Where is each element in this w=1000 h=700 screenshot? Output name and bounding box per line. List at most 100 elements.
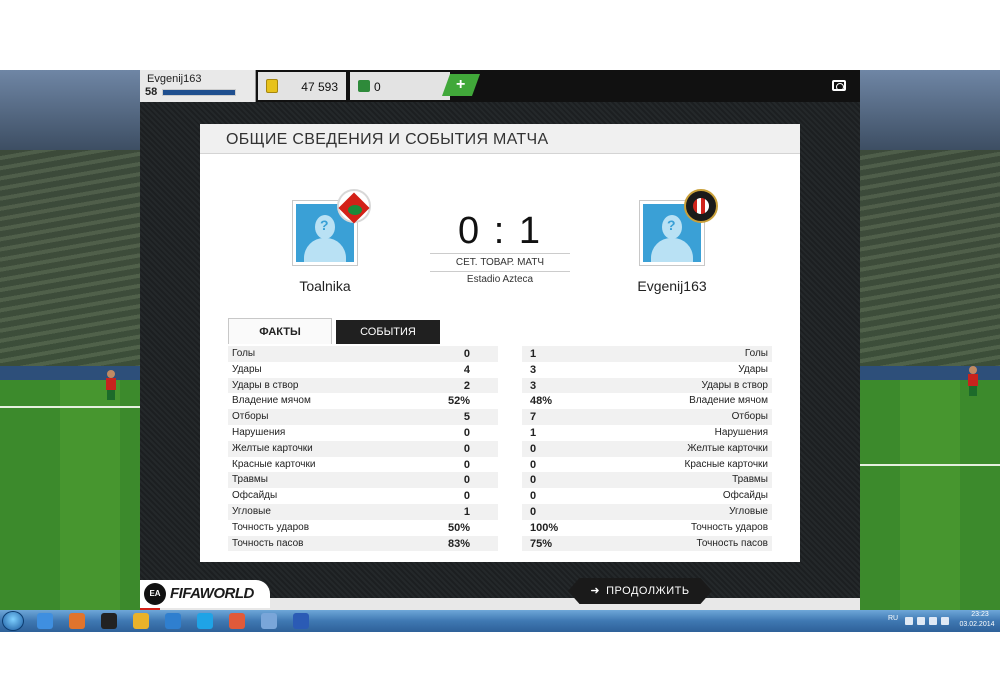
volume-icon[interactable]	[941, 617, 949, 625]
flag-icon[interactable]	[905, 617, 913, 625]
search-tool-icon[interactable]	[254, 611, 284, 631]
fifa-world-icon[interactable]	[158, 611, 188, 631]
stat-name-home: Голы	[232, 348, 256, 359]
stat-name-home: Удары в створ	[232, 379, 299, 391]
language-indicator[interactable]: RU	[888, 615, 898, 622]
stat-value-away: 1	[530, 348, 537, 360]
coin-icon	[266, 79, 278, 93]
stat-name-home: Желтые карточки	[232, 442, 313, 454]
clock-date[interactable]: 03.02.2014	[956, 621, 998, 628]
stat-value-home: 0	[463, 426, 470, 439]
unknown-user-icon: ?	[667, 217, 676, 233]
stat-row: Удары 4 3 Удары	[228, 361, 772, 378]
points-value: 0	[374, 80, 381, 94]
stat-row: Нарушения 0 1 Нарушения	[228, 424, 772, 441]
stat-row: Точность ударов 50% 100% Точность ударов	[228, 519, 772, 536]
stat-value-home: 52%	[447, 395, 470, 408]
stat-name-away: Красные карточки	[684, 458, 768, 470]
match-score: 0 : 1	[458, 210, 542, 252]
terminal-icon-glyph	[101, 613, 117, 629]
terminal-icon[interactable]	[94, 611, 124, 631]
card-header: ОБЩИЕ СВЕДЕНИЯ И СОБЫТИЯ МАТЧА	[200, 124, 800, 154]
away-team-name: Evgenij163	[637, 278, 707, 294]
word-icon-glyph	[293, 613, 309, 629]
radio-icon-glyph	[229, 613, 245, 629]
tab-facts[interactable]: ФАКТЫ	[228, 318, 332, 344]
pitch-line-right	[860, 464, 1000, 466]
stat-divider	[498, 456, 522, 473]
points-display[interactable]: 0	[350, 72, 450, 100]
points-icon	[358, 80, 370, 92]
skype-icon[interactable]	[190, 611, 220, 631]
word-icon[interactable]	[286, 611, 316, 631]
stat-name-home: Нарушения	[232, 426, 286, 438]
clock-time[interactable]: 23:23	[962, 611, 998, 618]
continue-button[interactable]: ➜ ПРОДОЛЖИТЬ	[568, 578, 712, 604]
media-player-icon-glyph	[69, 613, 85, 629]
stat-value-home: 0	[463, 490, 470, 503]
stat-divider	[498, 535, 522, 552]
stat-row: Удары в створ 2 3 Удары в створ	[228, 377, 772, 394]
chrome-icon-glyph	[133, 613, 149, 629]
stat-divider	[498, 503, 522, 520]
stats-table: Голы 0 1 Голы Удары 4 3 Удары Удары в створ 2 3 Уда…	[228, 346, 772, 552]
chrome-icon[interactable]	[126, 611, 156, 631]
stat-name-away: Удары	[738, 363, 768, 375]
stat-divider	[498, 472, 522, 489]
stat-name-home: Угловые	[232, 505, 271, 517]
camera-icon[interactable]	[832, 80, 846, 91]
ie-icon-glyph	[37, 613, 53, 629]
search-tool-icon-glyph	[261, 613, 277, 629]
stat-value-home: 0	[463, 458, 470, 471]
stat-value-away: 1	[530, 426, 537, 439]
stat-row: Точность пасов 83% 75% Точность пасов	[228, 535, 772, 552]
media-player-icon[interactable]	[62, 611, 92, 631]
game-stage: Evgenij163 58 47 593 0 + ОБЩИЕ СВЕДЕНИЯ …	[0, 70, 1000, 610]
radio-icon[interactable]	[222, 611, 252, 631]
stat-value-away: 0	[530, 474, 537, 487]
away-avatar[interactable]: ?	[639, 189, 718, 266]
stat-name-away: Удары в створ	[701, 379, 769, 391]
stat-value-away: 0	[530, 458, 537, 471]
coins-display[interactable]: 47 593	[258, 72, 346, 100]
stat-divider	[498, 488, 522, 504]
lokomotiv-badge-icon	[337, 189, 371, 223]
player-figure	[106, 370, 116, 400]
stat-name-away: Голы	[744, 348, 768, 359]
top-bar: Evgenij163 58 47 593 0 +	[140, 70, 860, 102]
stat-name-home: Удары	[232, 363, 262, 375]
user-profile[interactable]: Evgenij163 58	[140, 70, 256, 102]
player-figure	[968, 366, 978, 396]
ea-sports-logo: EA	[144, 583, 166, 605]
stat-name-away: Владение мячом	[689, 395, 768, 407]
ie-icon[interactable]	[30, 611, 60, 631]
network-icon[interactable]	[917, 617, 925, 625]
plus-icon: +	[456, 76, 466, 93]
stat-name-away: Травмы	[732, 474, 768, 486]
stadium-roof-right	[860, 70, 1000, 150]
username: Evgenij163	[147, 73, 202, 85]
ad-board-left	[0, 366, 140, 380]
windows-taskbar: RU 23:23 03.02.2014	[0, 610, 1000, 632]
away-team: ? Evgenij163	[602, 189, 742, 294]
stat-row: Офсайды 0 0 Офсайды	[228, 488, 772, 504]
stat-row: Отборы 5 7 Отборы	[228, 409, 772, 425]
stadium-roof-left	[0, 70, 140, 150]
stat-value-away: 0	[530, 505, 537, 518]
home-avatar[interactable]: ?	[292, 189, 371, 266]
stat-name-home: Отборы	[232, 411, 269, 423]
stat-value-away: 48%	[530, 395, 553, 408]
coins-value: 47 593	[301, 80, 338, 94]
stat-name-home: Травмы	[232, 474, 268, 486]
continue-label: ПРОДОЛЖИТЬ	[606, 585, 690, 597]
start-button[interactable]	[2, 611, 24, 631]
stadium-name: Estadio Azteca	[466, 274, 534, 285]
tab-events[interactable]: СОБЫТИЯ	[336, 320, 440, 344]
signal-icon[interactable]	[929, 617, 937, 625]
stat-row: Желтые карточки 0 0 Желтые карточки	[228, 440, 772, 457]
stat-value-home: 2	[463, 379, 470, 392]
stat-name-home: Точность пасов	[232, 537, 304, 549]
stat-name-away: Офсайды	[722, 490, 768, 502]
add-points-button[interactable]: +	[441, 74, 481, 96]
stat-value-away: 100%	[530, 521, 559, 534]
